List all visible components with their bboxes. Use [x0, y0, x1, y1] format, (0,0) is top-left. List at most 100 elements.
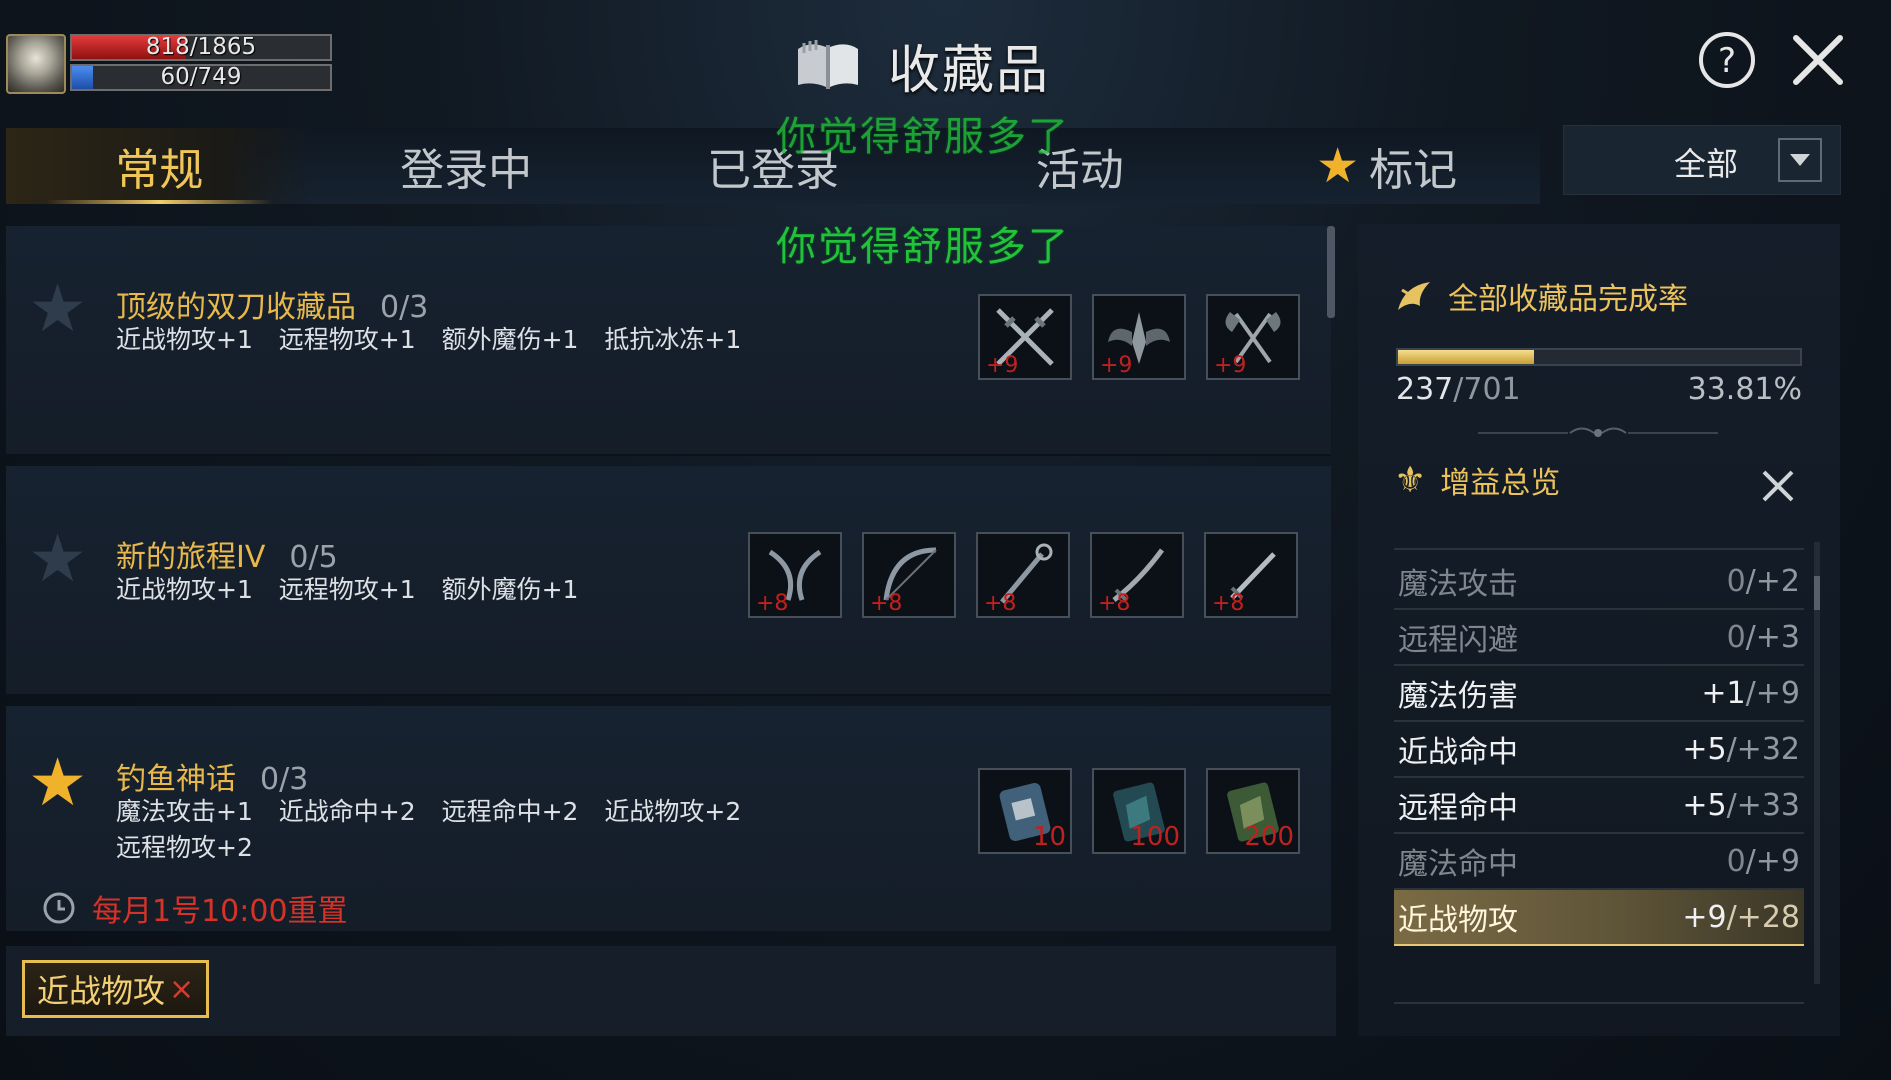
completion-count: 237/701 [1396, 372, 1521, 407]
collection-item[interactable]: +8 [748, 532, 842, 618]
svg-text:?: ? [1718, 41, 1736, 81]
buff-value: 0/+9 [1726, 843, 1800, 879]
buff-row: 近战命中 +5/+32 [1394, 722, 1804, 778]
buff-row-partial [1394, 534, 1804, 550]
item-level: +9 [986, 353, 1019, 378]
collection-item[interactable]: +8 [1204, 532, 1298, 618]
collection-effects: 魔法攻击+1 近战命中+2 远程命中+2 近战物攻+2 远程物攻+2 [116, 797, 742, 862]
close-icon[interactable] [1756, 464, 1800, 508]
buff-row: 魔法命中 0/+9 [1394, 834, 1804, 890]
tab-label: 登录中 [400, 145, 533, 196]
reset-info: 每月1号10:00重置 [42, 886, 348, 930]
collection-item[interactable]: +8 [1090, 532, 1184, 618]
buff-value: +5/+33 [1682, 787, 1800, 823]
buff-value: +5/+32 [1682, 731, 1800, 767]
collection-list[interactable]: ★ 顶级的双刀收藏品 0/3 近战物攻+1 远程物攻+1 额外魔伤+1 抵抗冰冻… [6, 226, 1336, 931]
item-level: +8 [756, 591, 789, 616]
collection-item[interactable]: 100 [1092, 768, 1186, 854]
mp-bar: 60/749 [70, 64, 332, 91]
player-avatar[interactable] [6, 34, 66, 94]
collection-title: 顶级的双刀收藏品 [116, 290, 356, 325]
item-level: +8 [984, 591, 1017, 616]
filter-tag[interactable]: 近战物攻 × [22, 960, 210, 1018]
item-level: +8 [1212, 591, 1245, 616]
buff-name: 魔法命中 [1398, 847, 1518, 882]
tab-label: 常规 [115, 145, 204, 196]
tab-marked[interactable]: ★ 标记 [1233, 128, 1540, 204]
buff-value: +1/+9 [1701, 675, 1800, 711]
active-filter-bar: 近战物攻 × [6, 946, 1336, 1036]
completion-panel: 全部收藏品完成率 237/701 33.81% ⚜ 增益总览 魔法攻击 0/+2… [1358, 224, 1840, 1036]
buff-scrollbar[interactable] [1814, 542, 1820, 984]
buff-name: 远程命中 [1398, 791, 1518, 826]
collection-item[interactable]: +8 [976, 532, 1070, 618]
star-icon[interactable]: ★ [28, 750, 87, 816]
item-count: 200 [1244, 822, 1294, 852]
collection-card[interactable]: ★ 顶级的双刀收藏品 0/3 近战物攻+1 远程物攻+1 额外魔伤+1 抵抗冰冻… [6, 226, 1331, 456]
buff-value: 0/+3 [1726, 619, 1800, 655]
completion-total: /701 [1453, 372, 1521, 407]
wing-icon [1398, 282, 1430, 310]
star-icon[interactable]: ★ [28, 276, 87, 342]
item-level: +8 [1098, 591, 1131, 616]
buff-row: 魔法伤害 +1/+9 [1394, 666, 1804, 722]
item-count: 100 [1130, 822, 1180, 852]
buff-list[interactable]: 魔法攻击 0/+2 远程闪避 0/+3 魔法伤害 +1/+9 近战命中 +5/+… [1394, 534, 1814, 1030]
collection-effects: 近战物攻+1 远程物攻+1 额外魔伤+1 抵抗冰冻+1 [116, 325, 742, 354]
completion-collected: 237 [1396, 372, 1454, 407]
star-icon: ★ [1316, 138, 1360, 194]
collection-item[interactable]: +8 [862, 532, 956, 618]
buff-name: 近战物攻 [1398, 903, 1518, 938]
item-count: 10 [1032, 822, 1066, 852]
collection-item[interactable]: 10 [978, 768, 1072, 854]
collection-item[interactable]: 200 [1206, 768, 1300, 854]
player-status: 818/1865 60/749 [6, 34, 332, 94]
tab-bar: 常规 登录中 已登录 活动 ★ 标记 [6, 128, 1540, 204]
collection-item[interactable]: +9 [1092, 294, 1186, 380]
collection-title: 钓鱼神话 [116, 762, 236, 797]
hp-bar: 818/1865 [70, 34, 332, 61]
buff-scrollbar-thumb[interactable] [1814, 576, 1820, 610]
star-icon[interactable]: ★ [28, 526, 87, 592]
buff-name: 远程闪避 [1398, 623, 1518, 658]
collection-title: 新的旅程IV [116, 540, 266, 575]
buff-row-selected[interactable]: 近战物攻 +9/+28 [1394, 890, 1804, 946]
buff-summary-title: 增益总览 [1440, 466, 1561, 501]
buff-value: 0/+2 [1726, 563, 1800, 599]
clock-icon [43, 892, 75, 924]
collection-card[interactable]: ★ 新的旅程IV 0/5 近战物攻+1 远程物攻+1 额外魔伤+1 +8 +8 … [6, 466, 1331, 696]
collection-item[interactable]: +9 [1206, 294, 1300, 380]
collection-item[interactable]: +9 [978, 294, 1072, 380]
hp-text: 818/1865 [145, 34, 257, 60]
book-icon [798, 40, 858, 89]
buff-row: 魔法攻击 0/+2 [1394, 554, 1804, 610]
page-title: 收藏品 [888, 40, 1051, 101]
tab-general[interactable]: 常规 [6, 128, 313, 204]
completion-progress-fill [1398, 350, 1534, 364]
fleur-icon: ⚜ [1394, 459, 1427, 501]
system-message: 你觉得舒服多了 [776, 114, 1070, 160]
completion-percent: 33.81% [1687, 372, 1802, 407]
category-filter-dropdown[interactable]: 全部 [1563, 125, 1841, 195]
buff-row: 远程命中 +5/+33 [1394, 778, 1804, 834]
buff-row-partial [1394, 948, 1804, 1004]
filter-tag-label: 近战物攻 [37, 972, 166, 1010]
collection-progress: 0/3 [380, 290, 429, 325]
tab-label: 标记 [1369, 145, 1458, 196]
item-level: +9 [1214, 353, 1247, 378]
reset-text: 每月1号10:00重置 [92, 894, 348, 929]
system-message: 你觉得舒服多了 [776, 224, 1070, 270]
item-level: +8 [870, 591, 903, 616]
chevron-down-icon[interactable] [1778, 138, 1822, 182]
help-icon[interactable]: ? [1697, 30, 1757, 90]
mp-text: 60/749 [160, 64, 242, 90]
list-scrollbar[interactable] [1327, 226, 1335, 318]
ornament-divider [1478, 427, 1718, 437]
collection-effects: 近战物攻+1 远程物攻+1 额外魔伤+1 [116, 575, 579, 604]
collection-progress: 0/5 [289, 540, 338, 575]
close-icon[interactable] [1788, 30, 1848, 90]
buff-row: 远程闪避 0/+3 [1394, 610, 1804, 666]
tab-registering[interactable]: 登录中 [313, 128, 620, 204]
remove-filter-icon[interactable]: × [169, 972, 194, 1007]
item-level: +9 [1100, 353, 1133, 378]
